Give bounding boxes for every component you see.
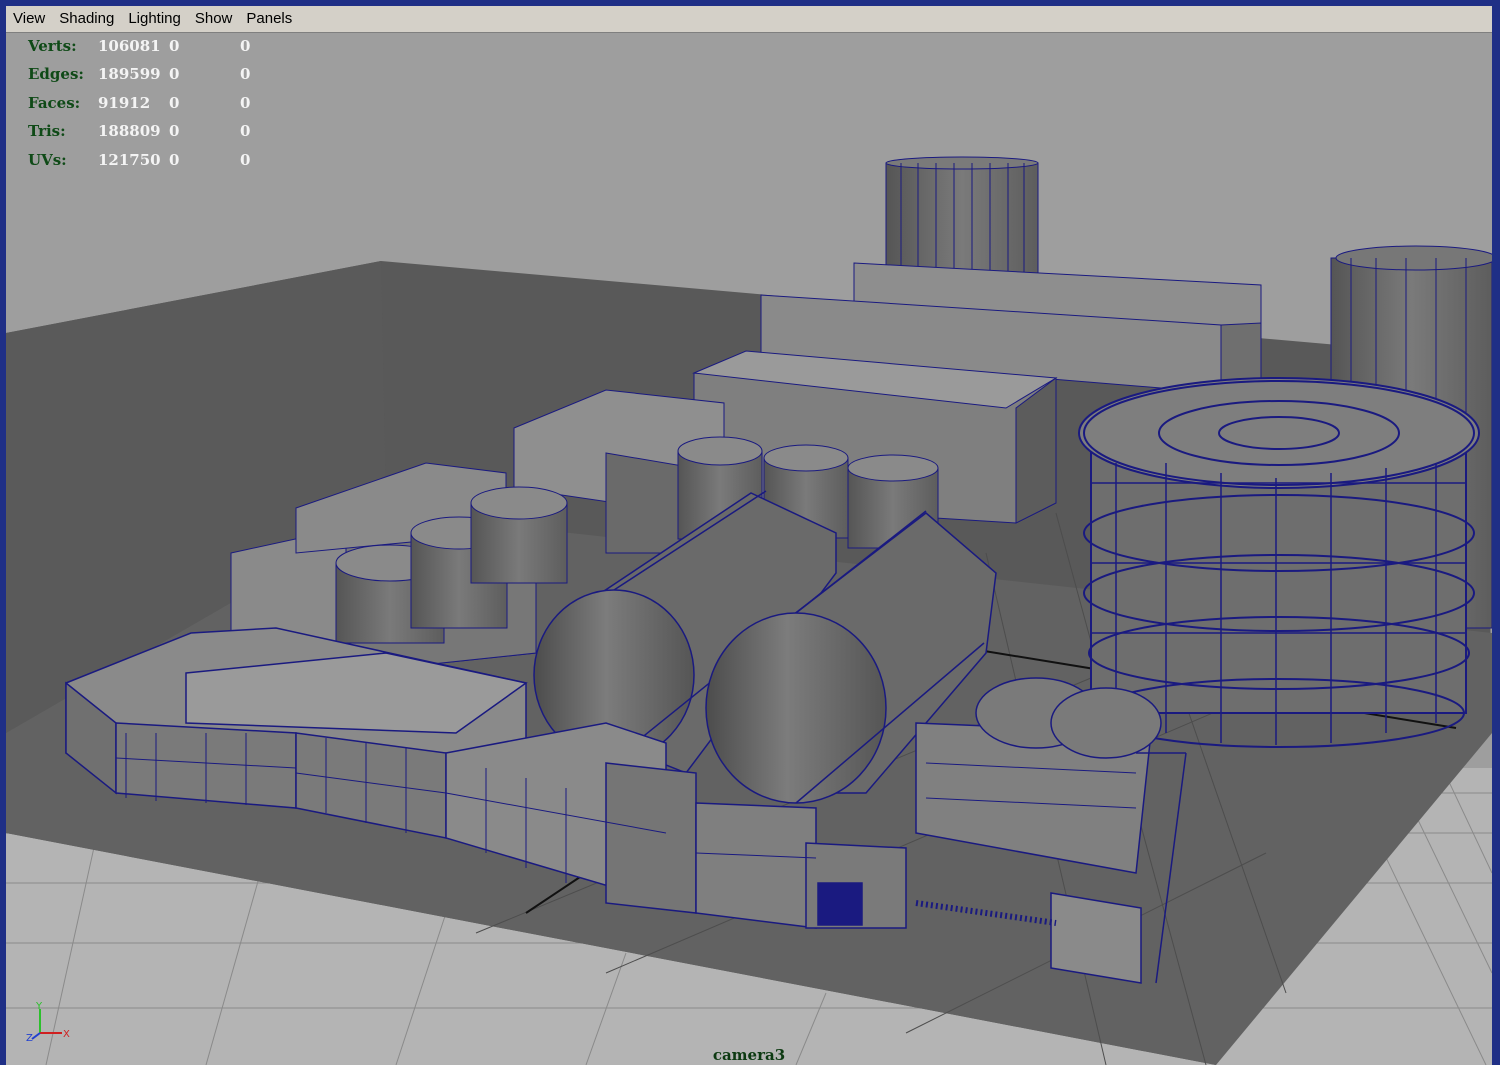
axis-gizmo-icon: Y X Z xyxy=(26,1001,70,1044)
hud-value-selected: 0 xyxy=(169,122,180,141)
hud-value-total: 91912 xyxy=(98,93,151,112)
hud-value-component: 0 xyxy=(240,37,251,55)
axis-label-y: Y xyxy=(35,1001,43,1012)
hud-value-component: 0 xyxy=(240,65,251,84)
hud-label: Verts: xyxy=(28,37,77,55)
hud-value-selected: 0 xyxy=(169,150,180,169)
hud-value-total: 121750 xyxy=(98,150,161,169)
axis-label-z: Z xyxy=(26,1033,33,1044)
hud-value-total: 188809 xyxy=(98,122,161,141)
scene-render[interactable] xyxy=(6,33,1492,1065)
gas-holder-wireframe xyxy=(1078,377,1480,748)
panel-menubar: View Shading Lighting Show Panels xyxy=(6,6,1492,33)
hud-value-selected: 0 xyxy=(169,65,180,84)
hud-value-component: 0 xyxy=(240,150,251,169)
hud-label: UVs: xyxy=(28,150,67,169)
hud-label: Edges: xyxy=(28,65,84,84)
hud-value-selected: 0 xyxy=(169,37,180,55)
hud-label: Faces: xyxy=(28,93,81,112)
menu-view[interactable]: View xyxy=(6,6,52,32)
maya-viewport-window: View Shading Lighting Show Panels Verts:… xyxy=(0,0,1500,1065)
window-border-right xyxy=(1492,0,1500,1065)
axis-label-x: X xyxy=(63,1029,70,1040)
hud-value-total: 106081 xyxy=(98,37,161,55)
hud-value-component: 0 xyxy=(240,93,251,112)
menu-lighting[interactable]: Lighting xyxy=(121,6,188,32)
menu-shading[interactable]: Shading xyxy=(52,6,121,32)
camera-name-label: camera3 xyxy=(712,1046,786,1064)
menu-show[interactable]: Show xyxy=(188,6,240,32)
hud-label: Tris: xyxy=(28,122,66,141)
hud-value-component: 0 xyxy=(240,122,251,141)
hud-value-total: 189599 xyxy=(98,65,161,84)
cylinder-back-top xyxy=(885,156,1039,276)
hud-value-selected: 0 xyxy=(169,93,180,112)
3d-viewport[interactable]: Verts: 106081 0 0 Edges: 189599 0 0 Face… xyxy=(6,33,1492,1065)
menu-panels[interactable]: Panels xyxy=(239,6,299,32)
